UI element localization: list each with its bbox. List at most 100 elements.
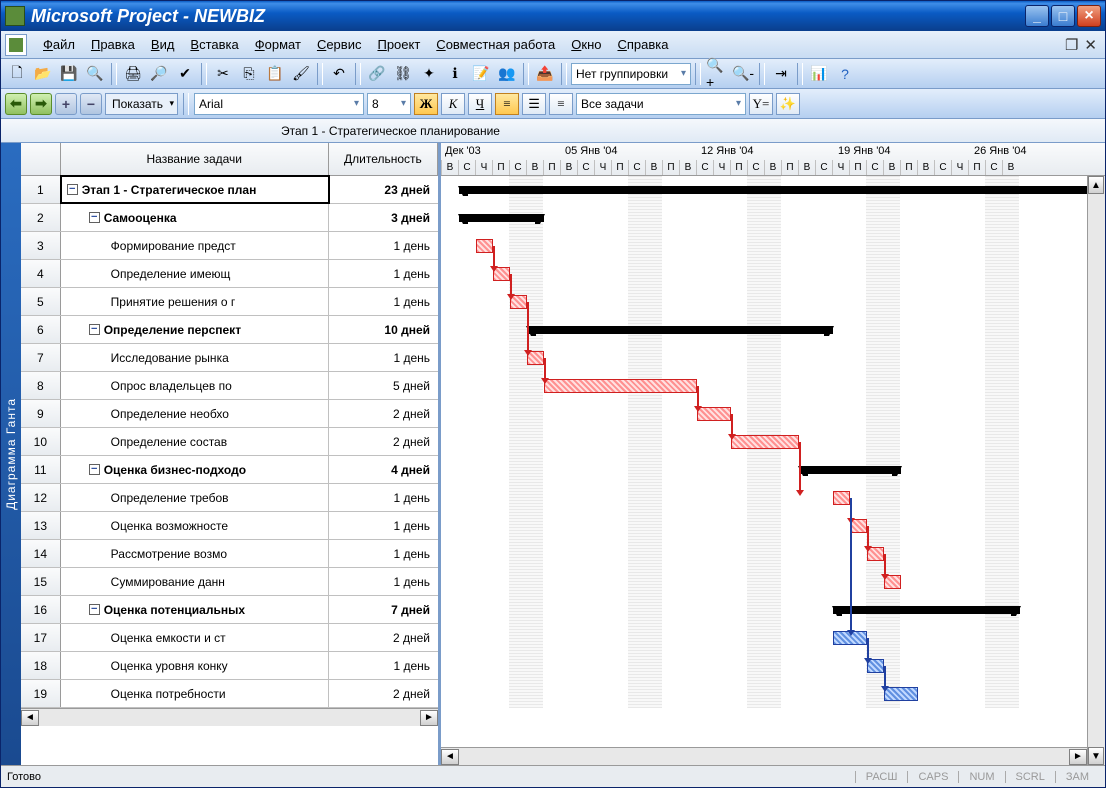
- search-icon[interactable]: 🔍: [83, 62, 107, 86]
- table-row[interactable]: 8Опрос владельцев по5 дней: [21, 372, 438, 400]
- col-duration[interactable]: Длительность: [329, 143, 438, 175]
- task-duration-cell[interactable]: 1 день: [329, 484, 438, 511]
- summary-bar[interactable]: [833, 606, 1020, 614]
- task-duration-cell[interactable]: 2 дней: [329, 624, 438, 651]
- autofilter-button[interactable]: Y=: [749, 93, 773, 115]
- table-row[interactable]: 17Оценка емкости и ст2 дней: [21, 624, 438, 652]
- collapse-icon[interactable]: −: [89, 604, 100, 615]
- task-name-cell[interactable]: Определение имеющ: [61, 260, 329, 287]
- zoom-in-icon[interactable]: 🔍+: [705, 62, 729, 86]
- publish-icon[interactable]: 📤: [533, 62, 557, 86]
- menu-файл[interactable]: Файл: [35, 33, 83, 56]
- collapse-icon[interactable]: −: [89, 212, 100, 223]
- task-duration-cell[interactable]: 1 день: [329, 540, 438, 567]
- new-icon[interactable]: 🗋: [5, 62, 29, 86]
- save-icon[interactable]: 💾: [57, 62, 81, 86]
- task-name-cell[interactable]: −Определение перспект: [61, 316, 329, 343]
- entry-text[interactable]: Этап 1 - Стратегическое планирование: [281, 124, 500, 138]
- wand-icon[interactable]: ✨: [776, 93, 800, 115]
- preview-icon[interactable]: 🔎: [147, 62, 171, 86]
- task-duration-cell[interactable]: 4 дней: [329, 456, 438, 483]
- row-number[interactable]: 1: [21, 176, 61, 203]
- table-row[interactable]: 13Оценка возможносте1 день: [21, 512, 438, 540]
- menu-вставка[interactable]: Вставка: [182, 33, 246, 56]
- table-row[interactable]: 4Определение имеющ1 день: [21, 260, 438, 288]
- row-number[interactable]: 5: [21, 288, 61, 315]
- task-duration-cell[interactable]: 1 день: [329, 344, 438, 371]
- gantt-hscroll[interactable]: ◄ ►: [441, 747, 1087, 765]
- italic-button[interactable]: К: [441, 93, 465, 115]
- note-icon[interactable]: 📝: [469, 62, 493, 86]
- filter-dropdown[interactable]: Все задачи: [576, 93, 746, 115]
- table-row[interactable]: 14Рассмотрение возмо1 день: [21, 540, 438, 568]
- task-bar[interactable]: [833, 631, 867, 645]
- row-number[interactable]: 2: [21, 204, 61, 231]
- task-bar[interactable]: [867, 547, 884, 561]
- row-number[interactable]: 6: [21, 316, 61, 343]
- scroll-right-icon[interactable]: ►: [420, 710, 438, 726]
- table-row[interactable]: 5Принятие решения о г1 день: [21, 288, 438, 316]
- cut-icon[interactable]: ✂: [211, 62, 235, 86]
- table-row[interactable]: 15Суммирование данн1 день: [21, 568, 438, 596]
- task-name-cell[interactable]: Формирование предст: [61, 232, 329, 259]
- task-duration-cell[interactable]: 7 дней: [329, 596, 438, 623]
- row-number[interactable]: 11: [21, 456, 61, 483]
- task-name-cell[interactable]: Суммирование данн: [61, 568, 329, 595]
- summary-bar[interactable]: [459, 214, 544, 222]
- task-bar[interactable]: [867, 659, 884, 673]
- task-bar[interactable]: [697, 407, 731, 421]
- zoom-out-icon[interactable]: 🔍-: [731, 62, 755, 86]
- task-name-cell[interactable]: −Этап 1 - Стратегическое план: [61, 176, 329, 203]
- show-outline-button[interactable]: Показать: [105, 93, 178, 115]
- view-bar[interactable]: Диаграмма Ганта: [1, 143, 21, 765]
- row-number[interactable]: 7: [21, 344, 61, 371]
- row-number[interactable]: 18: [21, 652, 61, 679]
- task-name-cell[interactable]: Оценка потребности: [61, 680, 329, 707]
- row-number[interactable]: 9: [21, 400, 61, 427]
- row-number[interactable]: 17: [21, 624, 61, 651]
- task-bar[interactable]: [850, 519, 867, 533]
- menu-формат[interactable]: Формат: [247, 33, 309, 56]
- task-duration-cell[interactable]: 5 дней: [329, 372, 438, 399]
- menu-правка[interactable]: Правка: [83, 33, 143, 56]
- menu-окно[interactable]: Окно: [563, 33, 609, 56]
- group-dropdown[interactable]: Нет группировки: [571, 63, 691, 85]
- align-left-button[interactable]: ≡: [495, 93, 519, 115]
- align-center-button[interactable]: ☰: [522, 93, 546, 115]
- print-icon[interactable]: 🖨: [121, 62, 145, 86]
- menu-совместная работа[interactable]: Совместная работа: [428, 33, 563, 56]
- scroll-left-icon[interactable]: ◄: [441, 749, 459, 765]
- task-duration-cell[interactable]: 2 дней: [329, 400, 438, 427]
- scroll-down-icon[interactable]: ▼: [1088, 747, 1104, 765]
- collapse-icon[interactable]: −: [67, 184, 78, 195]
- task-duration-cell[interactable]: 1 день: [329, 652, 438, 679]
- table-row[interactable]: 3Формирование предст1 день: [21, 232, 438, 260]
- menu-вид[interactable]: Вид: [143, 33, 183, 56]
- gantt-vscroll[interactable]: ▲ ▼: [1087, 176, 1105, 765]
- summary-bar[interactable]: [799, 466, 901, 474]
- task-name-cell[interactable]: Определение требов: [61, 484, 329, 511]
- menu-справка[interactable]: Справка: [609, 33, 676, 56]
- task-bar[interactable]: [527, 351, 544, 365]
- link-task-icon[interactable]: 🔗: [365, 62, 389, 86]
- task-duration-cell[interactable]: 10 дней: [329, 316, 438, 343]
- task-duration-cell[interactable]: 2 дней: [329, 428, 438, 455]
- close-child-icon[interactable]: ✕: [1084, 36, 1097, 54]
- task-bar[interactable]: [493, 267, 510, 281]
- task-duration-cell[interactable]: 1 день: [329, 260, 438, 287]
- task-name-cell[interactable]: Оценка емкости и ст: [61, 624, 329, 651]
- split-task-icon[interactable]: ✦: [417, 62, 441, 86]
- undo-icon[interactable]: ↶: [327, 62, 351, 86]
- task-bar[interactable]: [476, 239, 493, 253]
- table-row[interactable]: 19Оценка потребности2 дней: [21, 680, 438, 708]
- assign-icon[interactable]: 👥: [495, 62, 519, 86]
- row-number[interactable]: 10: [21, 428, 61, 455]
- collapse-icon[interactable]: −: [89, 464, 100, 475]
- scroll-right-icon[interactable]: ►: [1069, 749, 1087, 765]
- close-button[interactable]: ×: [1077, 5, 1101, 27]
- bold-button[interactable]: Ж: [414, 93, 438, 115]
- align-right-button[interactable]: ≡: [549, 93, 573, 115]
- table-row[interactable]: 18Оценка уровня конку1 день: [21, 652, 438, 680]
- task-bar[interactable]: [833, 491, 850, 505]
- task-duration-cell[interactable]: 1 день: [329, 288, 438, 315]
